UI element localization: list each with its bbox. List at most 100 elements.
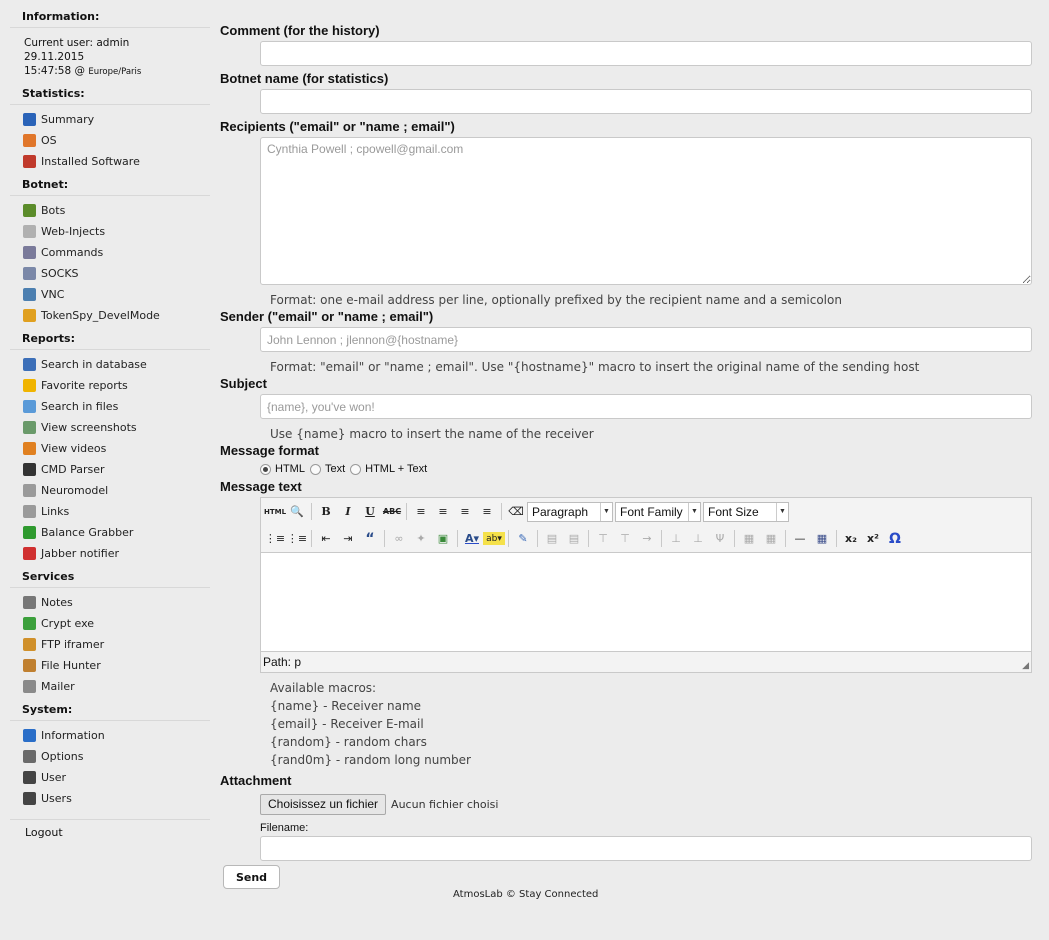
macros-title: Available macros:	[270, 681, 377, 695]
choose-file-button[interactable]: Choisissez un fichier	[260, 793, 387, 815]
logout-link[interactable]: Logout	[10, 819, 210, 839]
col-before-icon[interactable]: ⊥	[665, 529, 687, 549]
resize-handle-icon[interactable]: ◢	[1022, 660, 1029, 671]
users-icon	[23, 792, 36, 805]
format-radio-html-text[interactable]	[350, 463, 362, 475]
botnet-input[interactable]	[260, 89, 1032, 114]
row-delete-icon[interactable]: →	[636, 529, 658, 549]
sidebar-item-favorite-reports[interactable]: Favorite reports	[10, 375, 210, 396]
subject-input[interactable]	[260, 394, 1032, 419]
font-family-select[interactable]: Font Family ▼	[615, 501, 701, 522]
edit-css-icon[interactable]: ✎	[512, 529, 534, 549]
toolbar-separator	[588, 530, 589, 547]
sidebar-item-label: Crypt exe	[41, 617, 95, 630]
insert-row-icon[interactable]: ▤	[541, 529, 563, 549]
sidebar-item-information[interactable]: Information	[10, 725, 210, 746]
format-radio-text[interactable]	[309, 463, 321, 475]
sidebar-item-label: Commands	[41, 246, 104, 259]
row-before-icon[interactable]: ⊤	[592, 529, 614, 549]
special-char-icon[interactable]: Ω	[884, 529, 906, 549]
delete-row-icon[interactable]: ▤	[563, 529, 585, 549]
outdent-icon[interactable]: ⇤	[315, 529, 337, 549]
sidebar-item-bots[interactable]: Bots	[10, 200, 210, 221]
unlink-icon[interactable]: ✦	[410, 529, 432, 549]
sidebar-item-balance-grabber[interactable]: Balance Grabber	[10, 522, 210, 543]
file-none-text: Aucun fichier choisi	[391, 797, 499, 811]
sidebar-item-neuromodel[interactable]: Neuromodel	[10, 480, 210, 501]
sidebar-item-user[interactable]: User	[10, 767, 210, 788]
current-time: 15:47:58 @ Europe/Paris	[24, 64, 210, 79]
html-source-button[interactable]: HTML	[264, 502, 286, 522]
align-justify-icon[interactable]: ≡	[476, 502, 498, 522]
align-left-icon[interactable]: ≡	[410, 502, 432, 522]
font-size-select[interactable]: Font Size ▼	[703, 501, 789, 522]
sidebar-item-view-videos[interactable]: View videos	[10, 438, 210, 459]
sidebar-item-commands[interactable]: Commands	[10, 242, 210, 263]
merge-cells-icon[interactable]: ▦	[738, 529, 760, 549]
sidebar-item-installed-software[interactable]: Installed Software	[10, 151, 210, 172]
bullet-list-icon[interactable]: ⋮≡	[264, 529, 286, 549]
row-after-icon[interactable]: ⊤	[614, 529, 636, 549]
message-label: Message text	[220, 479, 302, 494]
split-cells-icon[interactable]: ▦	[760, 529, 782, 549]
send-button[interactable]: Send	[223, 865, 280, 889]
align-center-icon[interactable]: ≡	[432, 502, 454, 522]
find-icon[interactable]: 🔍	[286, 502, 308, 522]
sidebar-item-tokenspy-develmode[interactable]: TokenSpy_DevelMode	[10, 305, 210, 326]
numbered-list-icon[interactable]: ⋮≡	[286, 529, 308, 549]
underline-icon[interactable]: U	[359, 502, 381, 522]
image-icon[interactable]: ▣	[432, 529, 454, 549]
home-icon	[23, 113, 36, 126]
sidebar-item-crypt-exe[interactable]: Crypt exe	[10, 613, 210, 634]
paragraph-select[interactable]: Paragraph ▼	[527, 501, 613, 522]
superscript-icon[interactable]: x²	[862, 529, 884, 549]
format-radio-html[interactable]	[260, 463, 271, 475]
link-icon[interactable]: ∞	[388, 529, 410, 549]
software-icon	[23, 155, 36, 168]
sidebar-item-ftp-iframer[interactable]: FTP iframer	[10, 634, 210, 655]
col-after-icon[interactable]: ⊥	[687, 529, 709, 549]
paragraph-select-value: Paragraph	[532, 504, 589, 519]
blockquote-icon[interactable]: “	[359, 529, 381, 549]
filename-input[interactable]	[260, 836, 1032, 861]
sidebar-item-notes[interactable]: Notes	[10, 592, 210, 613]
sidebar-item-os[interactable]: OS	[10, 130, 210, 151]
recipients-textarea[interactable]	[260, 137, 1032, 285]
sidebar-item-jabber-notifier[interactable]: Jabber notifier	[10, 543, 210, 564]
sender-input[interactable]	[260, 327, 1032, 352]
sidebar-item-label: View videos	[41, 442, 107, 455]
sidebar-item-mailer[interactable]: Mailer	[10, 676, 210, 697]
col-delete-icon[interactable]: Ψ	[709, 529, 731, 549]
sidebar-item-label: VNC	[41, 288, 65, 301]
sidebar-item-label: OS	[41, 134, 57, 147]
editor-content-area[interactable]	[261, 552, 1031, 652]
sidebar-item-users[interactable]: Users	[10, 788, 210, 809]
sidebar-item-vnc[interactable]: VNC	[10, 284, 210, 305]
sidebar-item-links[interactable]: Links	[10, 501, 210, 522]
eraser-icon[interactable]: ⌫	[505, 502, 527, 522]
sidebar-nav: Statistics: Summary OS Installed Software Bo…	[10, 87, 210, 809]
sidebar-item-search-in-database[interactable]: Search in database	[10, 354, 210, 375]
table-icon[interactable]: ▦	[811, 529, 833, 549]
sidebar-item-web-injects[interactable]: Web-Injects	[10, 221, 210, 242]
bold-icon[interactable]: B	[315, 502, 337, 522]
text-color-icon[interactable]: A▾	[461, 529, 483, 549]
indent-icon[interactable]: ⇥	[337, 529, 359, 549]
subscript-icon[interactable]: x₂	[840, 529, 862, 549]
windows-icon	[23, 134, 36, 147]
editor-toolbar-row-2: ⋮≡ ⋮≡ ⇤ ⇥ “ ∞ ✦ ▣ A▾ ab▾ ✎ ▤ ▤ ⊤ ⊤ → ⊥ ⊥…	[261, 525, 1031, 552]
sidebar-item-search-in-files[interactable]: Search in files	[10, 396, 210, 417]
sidebar-item-summary[interactable]: Summary	[10, 109, 210, 130]
horizontal-rule-icon[interactable]: —	[789, 529, 811, 549]
comment-input[interactable]	[260, 41, 1032, 66]
sidebar-item-socks[interactable]: SOCKS	[10, 263, 210, 284]
sidebar-item-cmd-parser[interactable]: CMD Parser	[10, 459, 210, 480]
sidebar-item-view-screenshots[interactable]: View screenshots	[10, 417, 210, 438]
sidebar-item-label: Users	[41, 792, 72, 805]
sidebar-item-file-hunter[interactable]: File Hunter	[10, 655, 210, 676]
strikethrough-icon[interactable]: ABC	[381, 502, 403, 522]
highlight-color-icon[interactable]: ab▾	[483, 532, 505, 545]
align-right-icon[interactable]: ≡	[454, 502, 476, 522]
italic-icon[interactable]: I	[337, 502, 359, 522]
sidebar-item-options[interactable]: Options	[10, 746, 210, 767]
